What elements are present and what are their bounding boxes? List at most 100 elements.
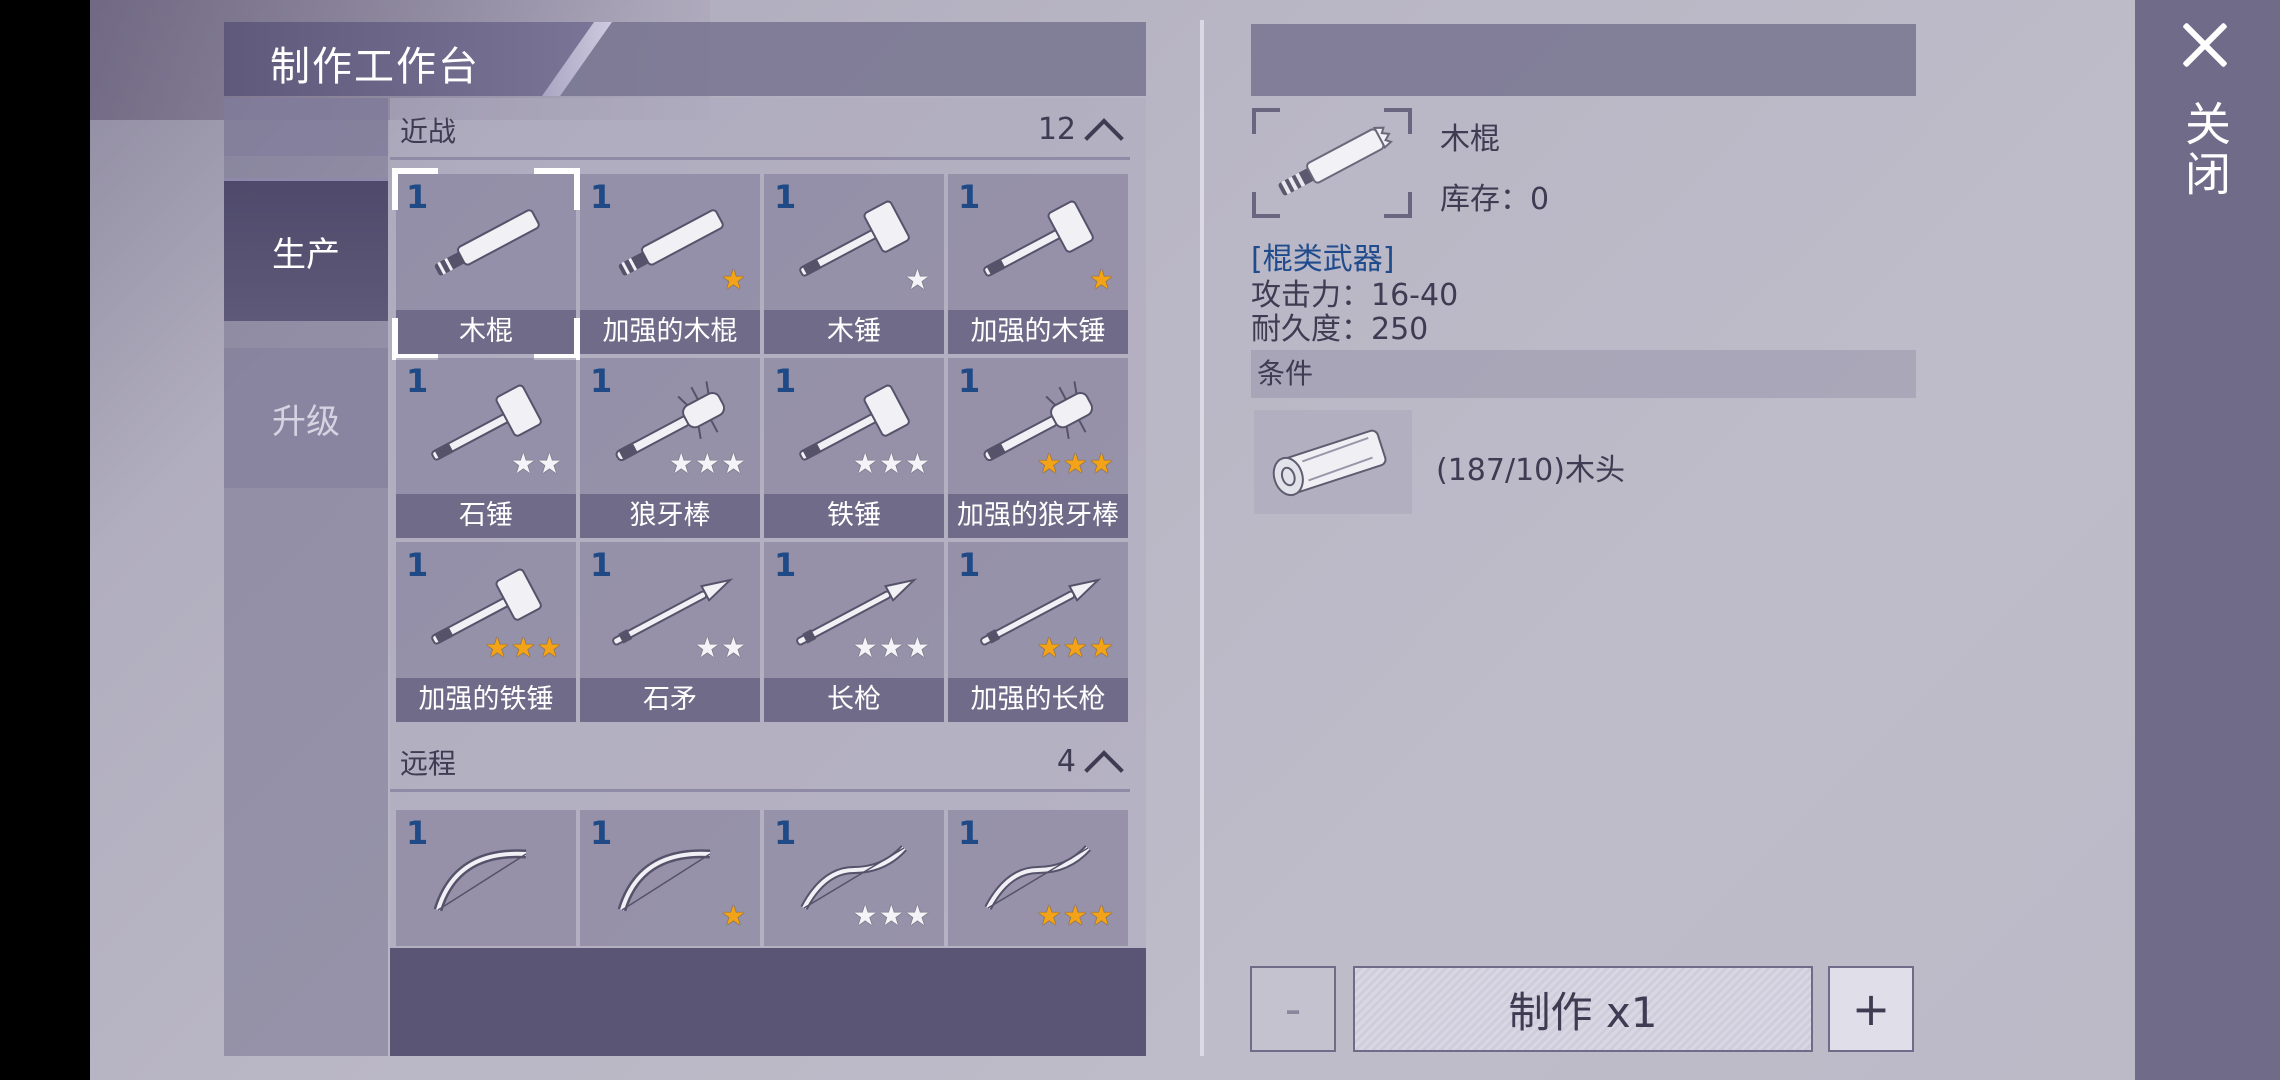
- recipe-item[interactable]: 1 ★ ★ ★: [764, 810, 944, 946]
- star-icon: ★: [878, 447, 904, 480]
- star-rating: ★ ★ ★: [853, 634, 930, 662]
- recipe-item[interactable]: 1 ★ ★ ★ 加强的铁锤: [396, 542, 576, 722]
- panel-divider: [1200, 20, 1204, 1056]
- recipe-list-footer: [390, 948, 1146, 1056]
- craft-button[interactable]: 制作 x1: [1353, 966, 1813, 1052]
- recipe-item[interactable]: 1 ★ ★ ★ 狼牙棒: [580, 358, 760, 538]
- star-icon: ★: [720, 899, 746, 932]
- star-rating: ★ ★ ★: [1037, 450, 1114, 478]
- item-name: 石锤: [396, 494, 576, 538]
- star-icon: ★: [904, 447, 930, 480]
- star-rating: ★: [905, 266, 930, 294]
- close-label: 关闭: [2178, 100, 2232, 200]
- selection-corner: [534, 318, 580, 360]
- section-title: 近战: [400, 114, 457, 148]
- item-name: 石矛: [580, 678, 760, 722]
- star-icon: ★: [720, 631, 746, 664]
- selection-corner: [392, 318, 438, 360]
- star-rating: ★ ★ ★: [853, 902, 930, 930]
- recipe-item[interactable]: 1 ★ 加强的木棍: [580, 174, 760, 354]
- frame-corner: [1252, 192, 1280, 218]
- star-icon: ★: [1088, 899, 1114, 932]
- selection-corner: [534, 168, 580, 210]
- section-header-melee[interactable]: 近战 12: [390, 102, 1130, 160]
- melee-grid: 1 木棍 1 ★ 加强的木棍 1 ★ 木锤 1 ★ 加强的木锤 1 ★ ★ 石锤…: [392, 168, 1128, 722]
- star-icon: ★: [904, 631, 930, 664]
- recipe-item[interactable]: 1 ★ ★ 石矛: [580, 542, 760, 722]
- star-icon: ★: [904, 899, 930, 932]
- star-icon: ★: [510, 631, 536, 664]
- item-name: 长枪: [764, 678, 944, 722]
- star-icon: ★: [484, 631, 510, 664]
- star-rating: ★: [1089, 266, 1114, 294]
- star-icon: ★: [904, 263, 930, 296]
- star-rating: ★ ★ ★: [669, 450, 746, 478]
- recipe-item[interactable]: 1 ★ ★ ★: [948, 810, 1128, 946]
- star-icon: ★: [852, 899, 878, 932]
- tab-upgrade[interactable]: 升级: [224, 348, 388, 488]
- section-count-wrap: 12: [1038, 112, 1118, 147]
- star-icon: ★: [536, 631, 562, 664]
- recipe-item[interactable]: 1 木棍: [392, 168, 580, 360]
- page-title: 制作工作台: [270, 44, 480, 90]
- frame-corner: [1384, 192, 1412, 218]
- recipe-item[interactable]: 1 ★ 加强的木锤: [948, 174, 1128, 354]
- recipe-item[interactable]: 1: [396, 810, 576, 946]
- selection-corner: [392, 168, 438, 210]
- material-slot: [1254, 410, 1412, 514]
- star-icon: ★: [536, 447, 562, 480]
- star-icon: ★: [720, 263, 746, 296]
- section-count-wrap: 4: [1057, 744, 1118, 779]
- detail-durability: 耐久度：250: [1251, 312, 1429, 347]
- star-rating: ★ ★ ★: [1037, 634, 1114, 662]
- ranged-grid: 1 1 ★ 1 ★ ★ ★ 1 ★ ★ ★: [396, 810, 1128, 946]
- recipe-item[interactable]: 1 ★ ★ ★ 铁锤: [764, 358, 944, 538]
- star-rating: ★ ★: [511, 450, 562, 478]
- star-icon: ★: [720, 447, 746, 480]
- star-icon: ★: [1036, 899, 1062, 932]
- material-requirement: (187/10)木头: [1436, 453, 1625, 488]
- star-rating: ★: [721, 902, 746, 930]
- wood-log-icon: [1272, 429, 1387, 497]
- tab-produce[interactable]: 生产: [224, 178, 388, 321]
- star-icon: ★: [878, 631, 904, 664]
- decrease-quantity-button[interactable]: -: [1250, 966, 1336, 1052]
- star-icon: ★: [878, 899, 904, 932]
- recipe-item[interactable]: 1 ★ 木锤: [764, 174, 944, 354]
- increase-quantity-button[interactable]: +: [1828, 966, 1914, 1052]
- recipe-item[interactable]: 1 ★ ★ ★ 长枪: [764, 542, 944, 722]
- star-rating: ★: [721, 266, 746, 294]
- item-name: 木锤: [764, 310, 944, 354]
- section-header-ranged[interactable]: 远程 4: [390, 734, 1130, 792]
- item-name: 狼牙棒: [580, 494, 760, 538]
- close-button[interactable]: 关闭: [2170, 18, 2240, 218]
- recipe-item[interactable]: 1 ★ ★ ★ 加强的狼牙棒: [948, 358, 1128, 538]
- star-icon: ★: [1036, 631, 1062, 664]
- chevron-up-icon[interactable]: [1086, 114, 1118, 146]
- item-name: 加强的狼牙棒: [948, 494, 1128, 538]
- frame-corner: [1384, 108, 1412, 134]
- star-icon: ★: [694, 447, 720, 480]
- star-icon: ★: [1088, 447, 1114, 480]
- recipe-item[interactable]: 1 ★: [580, 810, 760, 946]
- chevron-up-icon[interactable]: [1086, 746, 1118, 778]
- star-icon: ★: [694, 631, 720, 664]
- star-rating: ★ ★ ★: [853, 450, 930, 478]
- item-name: 加强的铁锤: [396, 678, 576, 722]
- star-rating: ★ ★ ★: [1037, 902, 1114, 930]
- star-rating: ★ ★ ★: [485, 634, 562, 662]
- section-title: 远程: [400, 746, 457, 780]
- star-icon: ★: [852, 447, 878, 480]
- star-icon: ★: [510, 447, 536, 480]
- detail-item-icon: [1252, 108, 1412, 218]
- star-icon: ★: [1062, 899, 1088, 932]
- recipe-item[interactable]: 1 ★ ★ 石锤: [396, 358, 576, 538]
- item-name: 铁锤: [764, 494, 944, 538]
- section-count: 4: [1056, 744, 1076, 779]
- recipe-item[interactable]: 1 ★ ★ ★ 加强的长枪: [948, 542, 1128, 722]
- detail-item-name: 木棍: [1440, 122, 1500, 157]
- item-name: 加强的长枪: [948, 678, 1128, 722]
- item-name: 加强的木锤: [948, 310, 1128, 354]
- star-icon: ★: [852, 631, 878, 664]
- star-icon: ★: [1062, 631, 1088, 664]
